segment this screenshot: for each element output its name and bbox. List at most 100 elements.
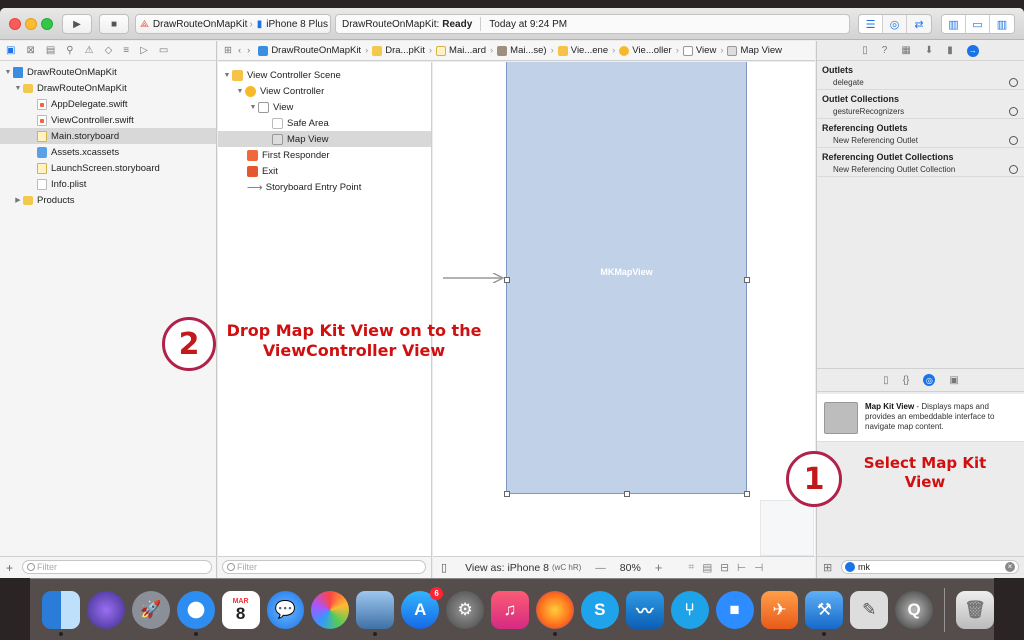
scheme-selector[interactable]: ⟁ DrawRouteOnMapKit › ▮ iPhone 8 Plus [135,14,331,34]
firefox-icon[interactable] [535,590,574,636]
related-items-icon[interactable]: ⊞ [224,45,232,56]
clear-search-icon[interactable]: × [1005,562,1015,572]
safari-icon[interactable] [176,590,215,636]
minimize-window-button[interactable] [25,18,37,30]
grid-view-icon[interactable]: ⊞ [823,561,832,574]
symbol-navigator-icon[interactable]: ▤ [46,45,55,56]
resize-handle[interactable] [504,491,510,497]
zoom-out-icon[interactable]: — [595,562,606,574]
siri-icon[interactable] [86,590,125,629]
view-as-label[interactable]: View as: iPhone 8 [465,562,549,574]
outline-entry-point[interactable]: ⟶ Storyboard Entry Point [218,179,431,195]
find-navigator-icon[interactable]: ⚲ [66,45,73,56]
media-library-icon[interactable]: ▣ [949,375,958,386]
debug-area-toggle-icon[interactable]: ▭ [966,15,990,33]
tree-item-group[interactable]: ▼ DrawRouteOnMapKit [0,80,216,96]
outline-exit[interactable]: Exit [218,163,431,179]
inspector-toggle-icon[interactable]: ▥ [990,15,1014,33]
navigator-filter-input[interactable]: Filter [22,560,212,574]
resize-handle[interactable] [744,491,750,497]
keynote-icon[interactable]: 〰 [625,590,664,629]
outline-view[interactable]: ▼ View [218,99,431,115]
navigator-toggle-icon[interactable]: ▥ [942,15,966,33]
stop-button[interactable]: ■ [99,14,129,34]
connection-row[interactable]: delegate [817,76,1024,90]
outline-map-view[interactable]: Map View [218,131,431,147]
resize-handle[interactable] [504,277,510,283]
preview-icon[interactable] [356,590,395,636]
tree-item-main-storyboard[interactable]: Main.storyboard [0,128,216,144]
breadcrumb-group[interactable]: Dra...pKit [372,45,436,56]
itunes-icon[interactable]: ♫ [491,590,529,629]
outline-scene[interactable]: ▼ View Controller Scene [218,67,431,83]
resize-handle[interactable] [624,491,630,497]
close-window-button[interactable] [9,18,21,30]
calendar-icon[interactable]: MAR 8 [221,590,260,629]
connection-circle-icon[interactable] [1009,78,1018,87]
forward-icon[interactable]: › [247,45,250,56]
connection-circle-icon[interactable] [1009,107,1018,116]
storyboard-canvas[interactable]: MKMapView [433,62,815,556]
tree-item-launchscreen[interactable]: LaunchScreen.storyboard [0,160,216,176]
app-store-icon[interactable]: A6 [401,586,444,629]
textedit-icon[interactable]: ✎ [850,590,889,629]
outline-view-controller[interactable]: ▼ View Controller [218,83,431,99]
tree-item-project[interactable]: ▼ DrawRouteOnMapKit [0,64,216,80]
object-library-icon[interactable]: ◎ [923,374,936,386]
back-icon[interactable]: ‹ [238,45,241,56]
breakpoint-navigator-icon[interactable]: ▷ [140,45,148,56]
quick-help-icon[interactable]: ? [882,45,888,56]
map-view[interactable]: MKMapView [506,62,747,494]
version-editor-icon[interactable]: ⇄ [907,15,931,33]
add-constraints-icon[interactable]: ⊢ [737,562,746,574]
debug-navigator-icon[interactable]: ≡ [123,45,129,56]
assistant-editor-icon[interactable]: ◎ [883,15,907,33]
sourcetree-icon[interactable]: ⑂ [670,590,709,629]
breadcrumb-scene[interactable]: Vie...ene [557,45,620,56]
connection-row[interactable]: New Referencing Outlet [817,134,1024,148]
breadcrumb-base[interactable]: Mai...se) [497,45,558,56]
size-inspector-icon[interactable]: ▮ [947,45,953,56]
tree-item-appdelegate[interactable]: AppDelegate.swift [0,96,216,112]
folder-navigator-icon[interactable]: ▣ [6,45,15,56]
breadcrumb-storyboard[interactable]: Mai...ard [436,45,497,56]
connection-circle-icon[interactable] [1009,136,1018,145]
breadcrumb-mapview[interactable]: Map View [727,45,790,56]
report-navigator-icon[interactable]: ▭ [159,45,168,56]
library-item-map-kit-view[interactable]: Map Kit View - Displays maps and provide… [817,394,1024,442]
file-template-library-icon[interactable]: ▯ [883,375,889,386]
connections-inspector-icon[interactable]: → [966,44,979,57]
xcode-icon[interactable]: ⚒ [805,590,844,636]
outline-safe-area[interactable]: Safe Area [218,115,431,131]
add-icon[interactable]: + [6,561,13,575]
breadcrumb-project[interactable]: DrawRouteOnMapKit [258,45,372,56]
issue-navigator-icon[interactable]: ⚠ [85,45,94,56]
tree-item-infoplist[interactable]: Info.plist [0,176,216,192]
align-icon[interactable]: ⊟ [720,562,729,574]
trash-icon[interactable]: 🗑 [956,590,995,629]
zoom-window-button[interactable] [41,18,53,30]
update-frames-icon[interactable]: ⌗ [688,561,694,574]
zoom-icon[interactable]: ■ [715,590,754,629]
code-snippet-library-icon[interactable]: {} [903,375,910,386]
standard-editor-icon[interactable]: ☰ [859,15,883,33]
tree-item-viewcontroller[interactable]: ViewController.swift [0,112,216,128]
outline-filter-input[interactable]: Filter [222,560,426,574]
file-inspector-icon[interactable]: ▯ [862,45,868,56]
quicktime-icon[interactable]: Q [895,590,934,629]
source-control-icon[interactable]: ⊠ [26,45,34,56]
launchpad-icon[interactable]: 🚀 [131,590,170,629]
skype-icon[interactable]: S [580,590,619,629]
connection-circle-icon[interactable] [1009,165,1018,174]
finder-icon[interactable] [42,590,80,636]
outline-toggle-icon[interactable]: ▯ [441,561,447,574]
tree-item-products[interactable]: ▶ Products [0,192,216,208]
system-preferences-icon[interactable]: ⚙ [446,590,485,629]
identity-inspector-icon[interactable]: ▦ [901,45,910,56]
resolve-issues-icon[interactable]: ⊣ [754,562,763,574]
tree-item-assets[interactable]: Assets.xcassets [0,144,216,160]
run-button[interactable]: ▶ [62,14,92,34]
test-navigator-icon[interactable]: ◇ [105,45,113,56]
zoom-in-icon[interactable]: + [655,560,663,575]
attributes-inspector-icon[interactable]: ⬇ [925,45,933,56]
